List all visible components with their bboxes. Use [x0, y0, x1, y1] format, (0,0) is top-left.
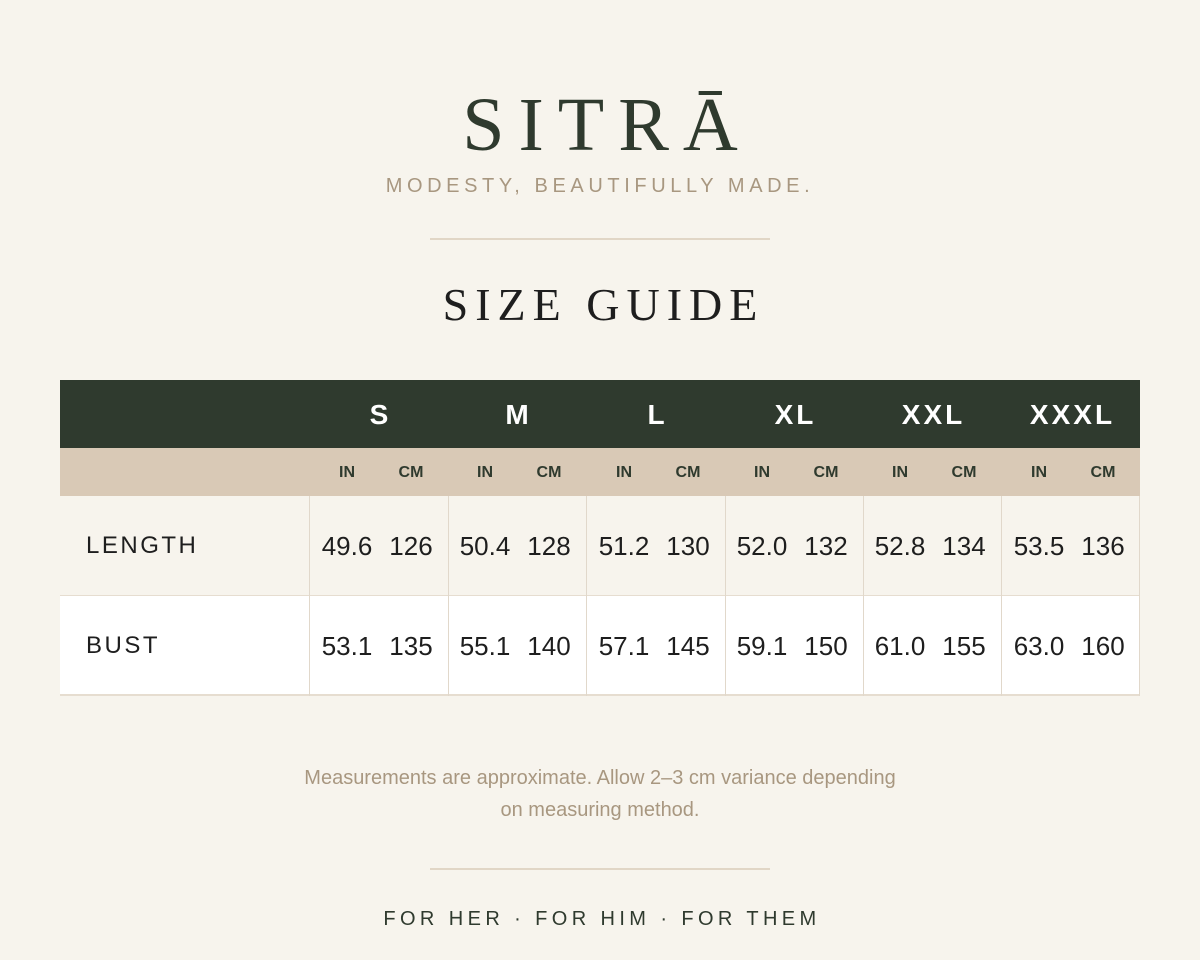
- unit-in-xxxl: IN: [1031, 464, 1047, 481]
- unit-in-l: IN: [616, 464, 632, 481]
- length-s-cm: 126: [389, 531, 433, 561]
- column-divider: [863, 496, 864, 696]
- unit-cm-xl: CM: [813, 464, 839, 481]
- length-xl-in: 52.0: [736, 531, 788, 561]
- row-label-length: LENGTH: [86, 532, 199, 559]
- bust-xl-cm: 150: [804, 631, 848, 661]
- unit-cm-m: CM: [536, 464, 562, 481]
- bust-m-cm: 140: [527, 631, 571, 661]
- unit-in-s: IN: [339, 464, 355, 481]
- unit-in-xxl: IN: [892, 464, 908, 481]
- footer-nav: FOR HER · FOR HIM · FOR THEM: [383, 908, 821, 930]
- bust-s-cm: 135: [389, 631, 433, 661]
- length-s-in: 49.6: [321, 531, 373, 561]
- bust-xxxl-cm: 160: [1081, 631, 1125, 661]
- brand-tagline: MODESTY, BEAUTIFULLY MADE.: [385, 175, 815, 197]
- page-title: SIZE GUIDE: [442, 279, 765, 330]
- length-xl-cm: 132: [804, 531, 848, 561]
- bust-xxxl-in: 63.0: [1013, 631, 1065, 661]
- column-divider: [725, 496, 726, 696]
- size-header-row: S M L XL XXL XXXL: [60, 380, 1140, 448]
- bust-s-in: 53.1: [321, 631, 373, 661]
- table-row-length: LENGTH 49.6 126 50.4 128 51.2 130 52.0 1…: [60, 496, 1140, 596]
- length-l-cm: 130: [666, 531, 710, 561]
- column-divider: [586, 496, 587, 696]
- column-divider: [309, 496, 310, 696]
- bust-xl-in: 59.1: [736, 631, 788, 661]
- bust-xxl-in: 61.0: [874, 631, 926, 661]
- bust-l-cm: 145: [666, 631, 710, 661]
- size-header-xl: XL: [774, 399, 817, 430]
- size-header-xxl: XXL: [901, 399, 966, 430]
- length-xxxl-cm: 136: [1081, 531, 1125, 561]
- unit-cm-xxxl: CM: [1090, 464, 1116, 481]
- bust-m-in: 55.1: [459, 631, 511, 661]
- size-header-m: M: [505, 399, 532, 430]
- size-header-s: S: [369, 399, 392, 430]
- length-m-in: 50.4: [459, 531, 511, 561]
- length-l-in: 51.2: [598, 531, 650, 561]
- length-xxl-in: 52.8: [874, 531, 926, 561]
- size-header-l: L: [647, 399, 668, 430]
- measurement-note: Measurements are approximate. Allow 2–3 …: [304, 767, 896, 821]
- bust-xxl-cm: 155: [942, 631, 986, 661]
- table-row-bust: BUST 53.1 135 55.1 140 57.1 145 59.1 150…: [60, 596, 1140, 696]
- unit-in-m: IN: [477, 464, 493, 481]
- column-divider: [448, 496, 449, 696]
- unit-in-xl: IN: [754, 464, 770, 481]
- unit-cm-s: CM: [398, 464, 424, 481]
- length-m-cm: 128: [527, 531, 571, 561]
- bust-l-in: 57.1: [598, 631, 650, 661]
- row-label-bust: BUST: [86, 632, 161, 659]
- top-divider: [430, 238, 770, 240]
- length-xxxl-in: 53.5: [1013, 531, 1065, 561]
- unit-cm-xxl: CM: [951, 464, 977, 481]
- column-divider: [1001, 496, 1002, 696]
- column-divider: [1139, 496, 1140, 696]
- brand-logo: SITRĀ: [462, 83, 752, 167]
- size-header-xxxl: XXXL: [1029, 399, 1116, 430]
- bottom-divider: [430, 868, 770, 870]
- length-xxl-cm: 134: [942, 531, 986, 561]
- unit-header-row: IN CM IN CM IN CM IN CM IN CM IN CM: [60, 448, 1140, 496]
- unit-cm-l: CM: [675, 464, 701, 481]
